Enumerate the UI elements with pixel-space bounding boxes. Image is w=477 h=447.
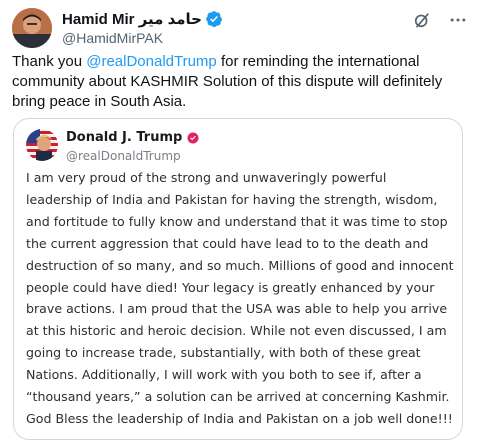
embedded-display-name: Donald J. Trump [66, 130, 183, 145]
more-icon[interactable] [448, 10, 468, 30]
mention-link[interactable]: @realDonaldTrump [86, 53, 217, 70]
author-block: Hamid Mir حامد میر @HamidMirPAK [62, 10, 223, 46]
embedded-avatar [26, 129, 58, 161]
tweet-header: Hamid Mir حامد میر @HamidMirPAK [12, 8, 468, 48]
embedded-post-body: I am very proud of the strong and unwave… [26, 170, 454, 426]
embedded-name-line: Donald J. Trump [66, 130, 199, 145]
tweet-text-intro: Thank you [12, 53, 87, 70]
author-display-name[interactable]: Hamid Mir حامد میر [62, 10, 202, 28]
embedded-avatar-image [26, 129, 58, 161]
grok-icon[interactable] [412, 10, 432, 30]
avatar[interactable] [12, 8, 52, 48]
embedded-handle: @realDonaldTrump [66, 149, 181, 163]
tweet-text: Thank you @realDonaldTrump for reminding… [12, 52, 462, 112]
header-actions [412, 10, 468, 30]
verified-badge-icon [206, 11, 223, 28]
verified-badge-icon [187, 132, 199, 143]
author-handle[interactable]: @HamidMirPAK [62, 30, 223, 46]
avatar-image [12, 8, 52, 48]
embedded-post-card[interactable]: Donald J. Trump @realDonaldTrump I am ve… [13, 118, 463, 440]
